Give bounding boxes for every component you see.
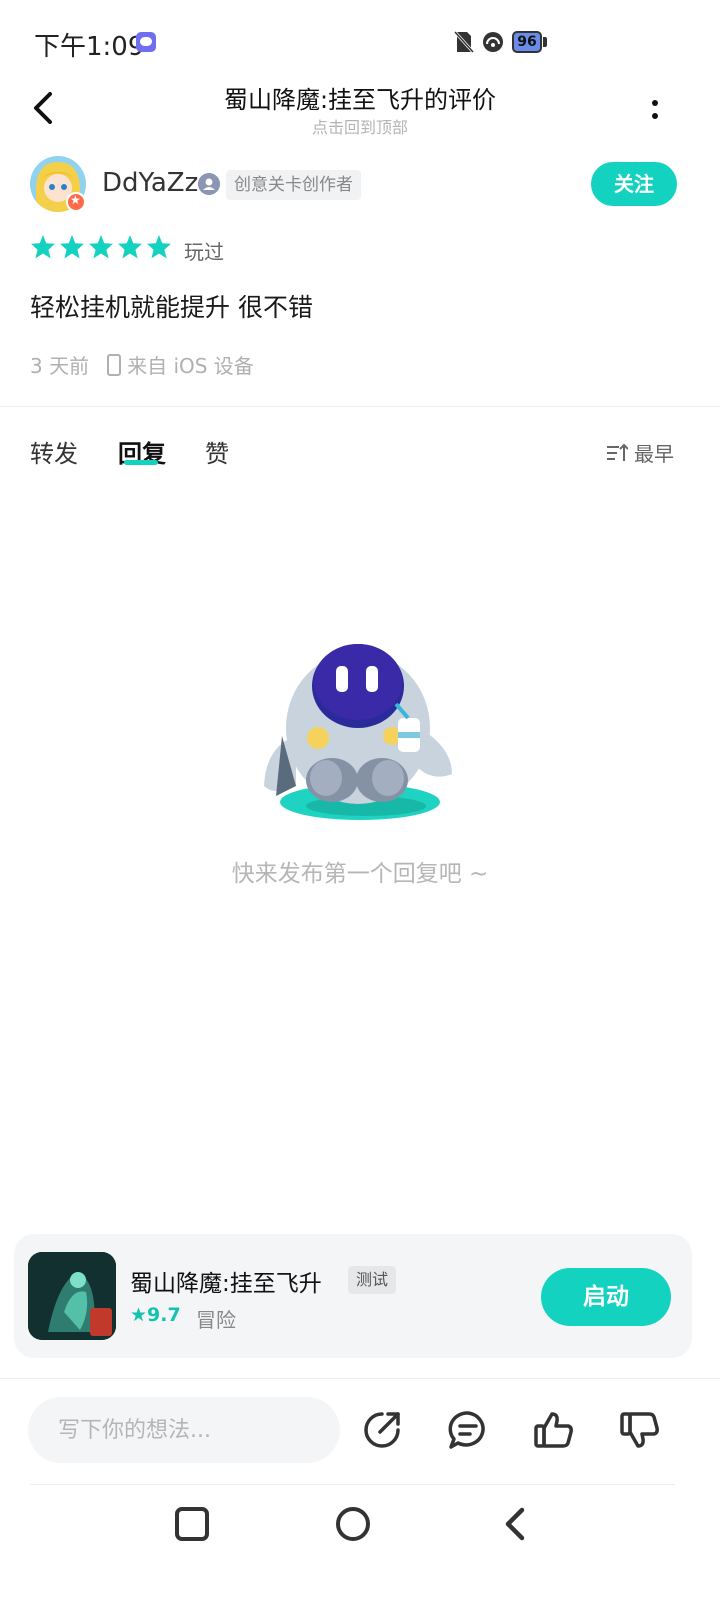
sort-button[interactable]: 最早 (606, 438, 674, 467)
review-meta: 3 天前 来自 iOS 设备 (30, 350, 254, 379)
dislike-icon[interactable] (618, 1408, 662, 1452)
battery-level: 96 (517, 34, 537, 50)
rating-stars (30, 234, 172, 262)
divider (0, 1378, 720, 1379)
notification-app-icon (136, 32, 156, 52)
game-icon (28, 1252, 116, 1340)
author-username[interactable]: DdYaZz (102, 168, 198, 198)
phone-icon (107, 353, 122, 376)
game-card[interactable]: 蜀山降魔:挂至飞升 测试 ★9.7 冒险 启动 (14, 1234, 692, 1358)
creator-badge: 创意关卡创作者 (226, 170, 361, 200)
game-rating: ★9.7 (130, 1304, 181, 1326)
star-icon (118, 235, 142, 259)
game-genre: 冒险 (196, 1308, 236, 1332)
played-label: 玩过 (184, 240, 224, 264)
tab-like[interactable]: 赞 (205, 434, 229, 469)
launch-button[interactable]: 启动 (541, 1268, 671, 1326)
creator-icon (198, 173, 220, 195)
home-icon[interactable] (333, 1504, 373, 1544)
comment-icon[interactable] (446, 1408, 490, 1452)
star-icon (147, 235, 171, 259)
divider (30, 1484, 675, 1485)
hotspot-icon (483, 32, 503, 52)
star-icon (31, 235, 55, 259)
recents-icon[interactable] (172, 1504, 212, 1544)
like-icon[interactable] (532, 1408, 576, 1452)
avatar-level-badge (66, 192, 86, 212)
battery-icon: 96 (512, 31, 542, 53)
share-icon[interactable] (360, 1408, 404, 1452)
nav-header: 蜀山降魔:挂至飞升的评价 点击回到顶部 (0, 80, 720, 140)
follow-button[interactable]: 关注 (591, 162, 677, 206)
game-star-icon: ★ (130, 1304, 148, 1326)
review-time: 3 天前 (30, 354, 90, 378)
empty-state-text: 快来发布第一个回复吧 ~ (231, 861, 489, 887)
sort-icon (607, 443, 628, 461)
game-name: 蜀山降魔:挂至飞升 (130, 1271, 322, 1297)
empty-state-mascot-icon (264, 644, 452, 820)
status-time: 下午1:09 (34, 32, 145, 62)
tab-forward[interactable]: 转发 (30, 434, 78, 469)
no-sim-icon (454, 30, 474, 54)
page-title[interactable]: 蜀山降魔:挂至飞升的评价 (0, 80, 720, 115)
sort-label: 最早 (634, 442, 674, 466)
review-text: 轻松挂机就能提升 很不错 (30, 293, 313, 322)
status-bar: 下午1:09 96 (0, 0, 720, 80)
more-icon[interactable] (640, 88, 670, 128)
game-icon-seal (90, 1308, 112, 1336)
battery-tip (543, 37, 547, 47)
game-rating-value: 9.7 (147, 1304, 181, 1326)
star-icon (60, 235, 84, 259)
system-back-icon[interactable] (494, 1504, 534, 1544)
game-test-tag: 测试 (348, 1266, 397, 1294)
star-icon (89, 235, 113, 259)
tab-active-indicator (124, 460, 158, 465)
comment-input[interactable] (28, 1397, 340, 1463)
scroll-to-top-hint[interactable]: 点击回到顶部 (0, 114, 720, 138)
divider (0, 406, 720, 407)
review-source: 来自 iOS 设备 (127, 354, 254, 378)
